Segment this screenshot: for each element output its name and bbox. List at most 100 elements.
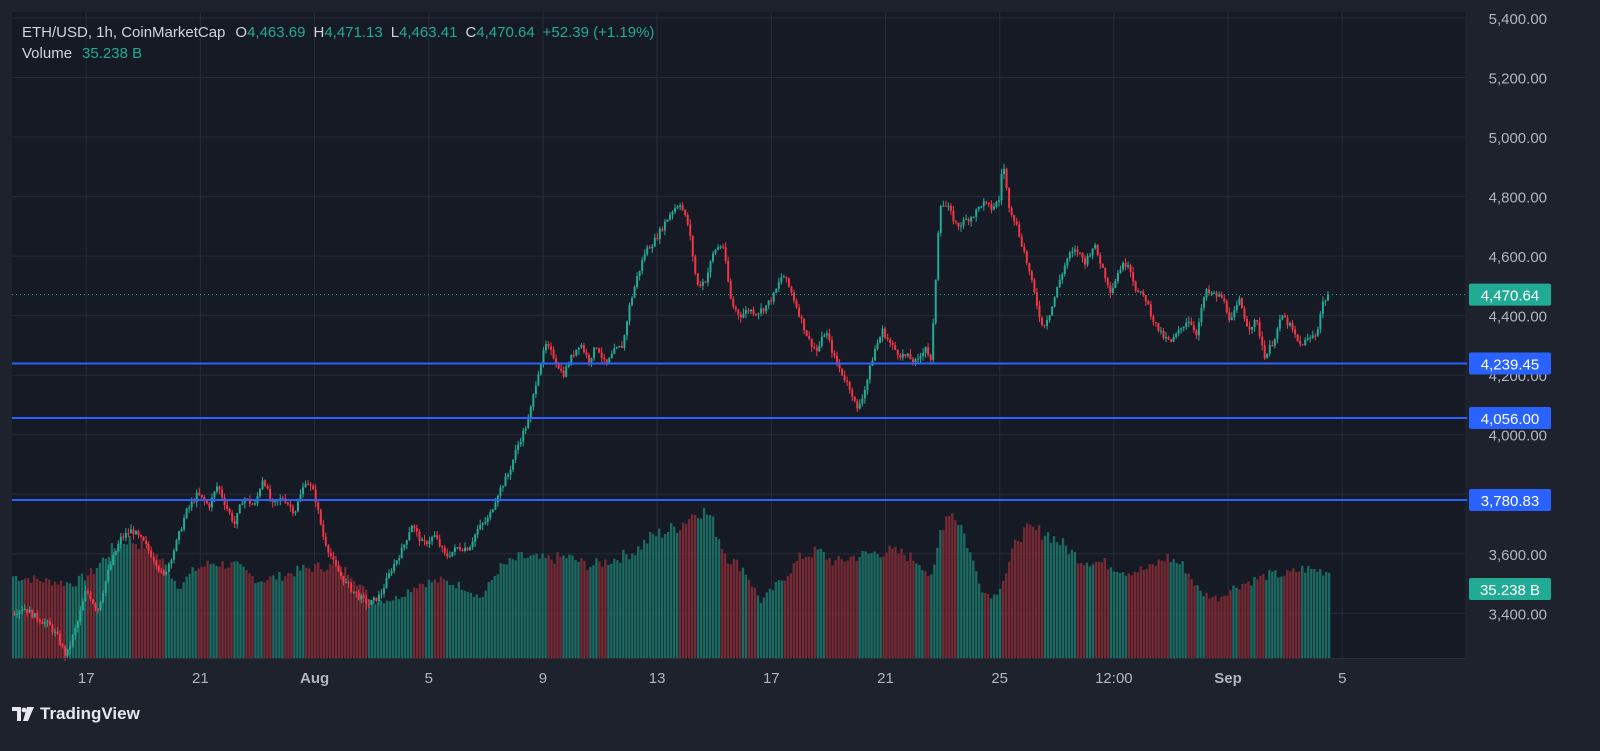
volume-bar	[302, 564, 305, 658]
candle-body	[795, 300, 798, 308]
volume-bar	[403, 596, 407, 658]
volume-bar	[789, 573, 793, 658]
candle-body	[896, 349, 899, 355]
candle-body	[1319, 313, 1322, 330]
volume-bar	[574, 560, 577, 658]
candle-body	[982, 201, 985, 207]
candle-body	[484, 521, 487, 524]
volume-bar	[451, 584, 455, 658]
volume-bar	[1169, 562, 1172, 658]
candle-body	[403, 544, 406, 548]
volume-bar	[879, 557, 882, 658]
volume-label[interactable]: Volume	[22, 43, 72, 64]
volume-bar	[858, 556, 861, 658]
y-tick-label: 5,200.00	[1489, 70, 1547, 87]
candle-body	[1253, 320, 1256, 328]
candle-body	[135, 531, 138, 535]
volume-bar	[753, 587, 757, 658]
volume-bar	[888, 545, 891, 658]
volume-bar	[610, 563, 613, 658]
symbol-label[interactable]: ETH/USD, 1h, CoinMarketCap	[22, 22, 225, 43]
candle-body	[357, 592, 360, 600]
volume-bar	[460, 589, 464, 658]
volume-bar	[798, 552, 801, 658]
candle-body	[724, 247, 727, 261]
volume-bar	[921, 570, 924, 658]
volume-bar	[1061, 538, 1065, 658]
volume-bar	[200, 566, 203, 658]
volume-bar	[646, 543, 649, 658]
volume-bar	[89, 568, 93, 658]
candle-body	[1028, 263, 1031, 272]
candle-body	[446, 552, 449, 557]
volume-bar	[915, 563, 918, 658]
volume-bar	[101, 557, 105, 658]
candle-body	[987, 202, 990, 205]
tradingview-logo[interactable]: TradingView	[12, 704, 140, 724]
candle-body	[1124, 262, 1127, 267]
candle-body	[1033, 280, 1036, 293]
candle-body	[178, 531, 181, 540]
volume-bar	[957, 525, 960, 658]
volume-bar	[816, 549, 819, 658]
volume-bar	[628, 559, 631, 658]
volume-bar	[741, 567, 745, 658]
volume-bar	[1004, 573, 1008, 658]
volume-bar	[631, 553, 634, 658]
candle-body	[1251, 327, 1254, 330]
volume-bar	[379, 600, 383, 658]
candle-body	[205, 500, 208, 504]
candle-body	[304, 483, 307, 488]
candle-body	[1127, 265, 1130, 267]
volume-bar	[927, 575, 930, 658]
candle-body	[613, 348, 616, 355]
candle-body	[823, 335, 826, 337]
volume-bar	[690, 514, 694, 658]
candle-body	[937, 232, 940, 280]
candle-body	[1281, 315, 1284, 320]
volume-bar	[53, 581, 57, 658]
volume-bar	[526, 557, 529, 658]
volume-bar	[155, 554, 158, 658]
candle-body	[215, 486, 218, 492]
candle-body	[633, 286, 636, 298]
candle-body	[89, 592, 92, 600]
candle-body	[712, 253, 715, 262]
volume-bar	[1321, 575, 1325, 658]
candle-body	[129, 529, 132, 534]
volume-bar	[652, 534, 655, 658]
volume-bar	[804, 557, 807, 658]
candle-body	[317, 502, 320, 510]
volume-bar	[499, 563, 502, 658]
candle-body	[701, 281, 704, 286]
candle-body	[772, 292, 775, 302]
volume-bar	[1106, 569, 1110, 658]
candle-body	[1025, 251, 1028, 264]
candle-body	[1268, 345, 1271, 354]
price-chart[interactable]: 3,400.003,600.003,800.004,000.004,200.00…	[0, 0, 1600, 751]
volume-bar	[906, 561, 909, 658]
volume-bar	[1253, 577, 1256, 658]
candle-body	[603, 357, 606, 360]
candle-body	[927, 347, 930, 355]
candle-body	[729, 281, 732, 299]
volume-bar	[257, 582, 260, 658]
candle-body	[1235, 304, 1238, 311]
change-value: +52.39 (+1.19%)	[542, 24, 655, 41]
volume-bar	[1310, 568, 1313, 658]
volume-bar	[529, 555, 532, 658]
candle-body	[415, 527, 418, 532]
candle-body	[122, 536, 125, 538]
volume-bar	[550, 559, 553, 658]
candle-body	[97, 608, 100, 610]
candle-body	[577, 347, 580, 350]
candle-body	[208, 503, 211, 508]
candle-body	[124, 533, 127, 538]
candle-body	[863, 390, 866, 399]
candle-body	[423, 539, 426, 542]
volume-bar	[320, 569, 323, 658]
volume-bar	[463, 590, 467, 658]
volume-bar	[523, 558, 526, 658]
volume-bar	[774, 582, 778, 658]
candle-body	[575, 349, 578, 356]
